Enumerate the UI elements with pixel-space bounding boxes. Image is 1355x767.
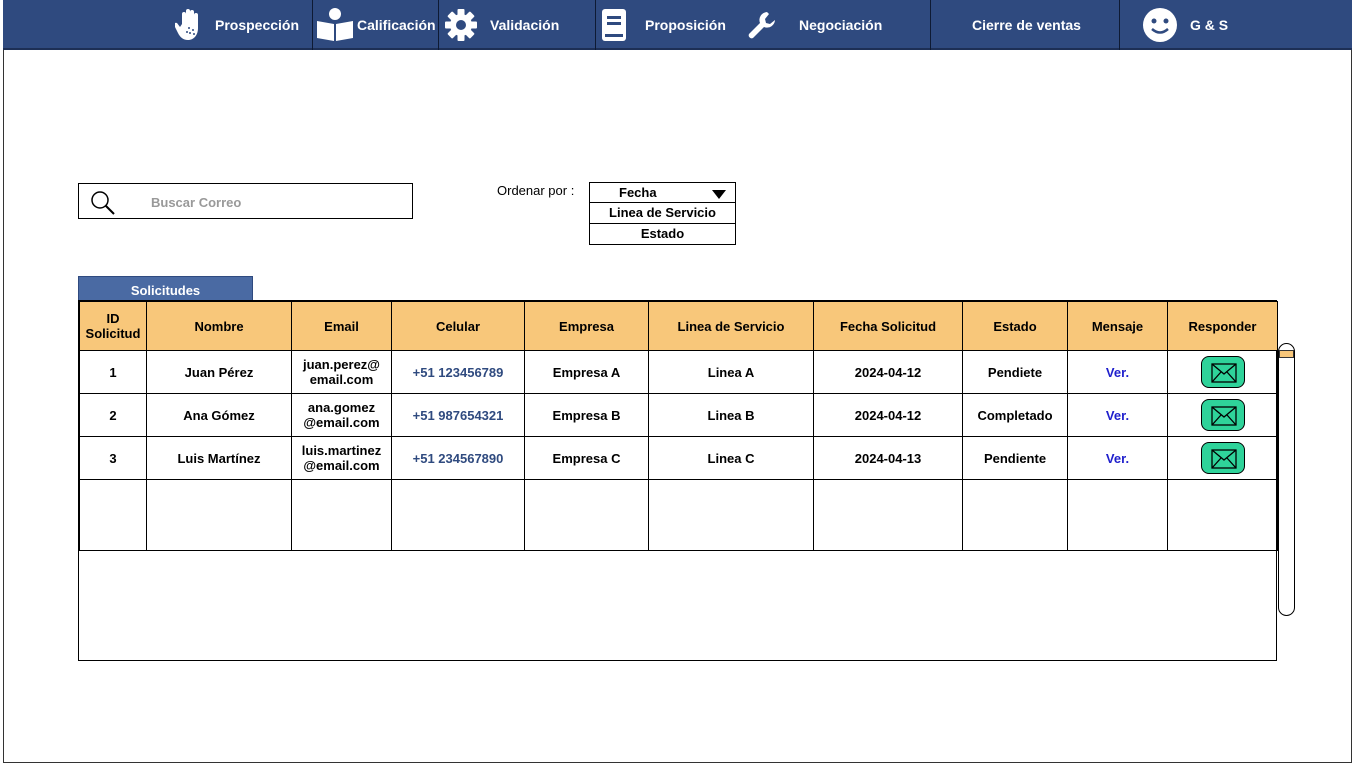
column-header-linea: Linea de Servicio [648,301,814,351]
view-message-link[interactable]: Ver. [1067,350,1168,394]
requests-table: ID Solicitud Nombre Email Celular Empres… [78,300,1278,661]
nav-item-proposicion[interactable]: Proposición [601,0,726,50]
cell-fecha: 2024-04-12 [813,350,963,394]
cell-estado: Completado [962,393,1068,437]
dropdown-arrow-icon [712,190,726,199]
wrench-icon [747,10,777,40]
cell-celular: +51 234567890 [391,436,525,480]
column-header-mensaje: Mensaje [1067,301,1168,351]
cell-fecha: 2024-04-13 [813,436,963,480]
nav-label-validacion: Validación [490,17,560,33]
cell-celular: +51 987654321 [391,393,525,437]
column-header-id: ID Solicitud [79,301,147,351]
nav-divider [438,0,439,50]
cell-linea: Linea B [648,393,814,437]
nav-item-prospeccion[interactable]: Prospección [175,0,299,50]
sort-label: Ordenar por : [497,183,575,198]
sort-select[interactable]: Fecha [589,182,736,203]
cell-celular: +51 123456789 [391,350,525,394]
table-header-row: ID Solicitud Nombre Email Celular Empres… [79,301,1278,351]
cell-nombre: Juan Pérez [146,350,292,394]
cell-responder [1167,350,1278,394]
nav-label-prospeccion: Prospección [215,17,300,33]
nav-divider [595,0,596,50]
cell-linea: Linea A [648,350,814,394]
nav-item-user[interactable]: G & S [1142,0,1228,50]
reply-button[interactable] [1200,356,1245,388]
view-message-link[interactable]: Ver. [1067,436,1168,480]
view-message-link[interactable]: Ver. [1067,393,1168,437]
sort-option-linea[interactable]: Linea de Servicio [589,203,736,224]
table-row: 2 Ana Gómez ana.gomez @email.com +51 987… [79,393,1278,437]
nav-label-calificacion: Calificación [357,17,436,33]
nav-divider [930,0,931,50]
smiley-icon [1142,7,1178,43]
gear-icon [444,8,478,42]
cell-linea: Linea C [648,436,814,480]
cell-email: juan.perez@ email.com [291,350,392,394]
mail-icon [1210,363,1237,383]
cell-email: ana.gomez @email.com [291,393,392,437]
tab-solicitudes[interactable]: Solicitudes [78,276,253,301]
column-header-nombre: Nombre [146,301,292,351]
cell-nombre: Ana Gómez [146,393,292,437]
column-header-empresa: Empresa [524,301,649,351]
column-header-email: Email [291,301,392,351]
cell-id: 3 [79,436,147,480]
nav-label-negociacion: Negociación [799,17,883,33]
hand-icon [175,8,207,42]
mail-icon [1210,449,1237,469]
column-header-celular: Celular [391,301,525,351]
column-header-fecha: Fecha Solicitud [813,301,963,351]
nav-label-user: G & S [1190,17,1229,33]
cell-empresa: Empresa B [524,393,649,437]
nav-item-cierre-de-ventas[interactable]: Cierre de ventas [972,0,1081,50]
table-row-empty [79,479,1278,551]
table-scrollbar[interactable] [1278,343,1295,616]
sort-selected-value: Fecha [619,185,657,200]
cell-estado: Pendiete [962,350,1068,394]
sort-option-estado[interactable]: Estado [589,224,736,245]
cell-empresa: Empresa C [524,436,649,480]
cell-fecha: 2024-04-12 [813,393,963,437]
reader-icon [315,7,355,43]
column-header-responder: Responder [1167,301,1278,351]
cell-empresa: Empresa A [524,350,649,394]
cell-estado: Pendiente [962,436,1068,480]
scrollbar-thumb[interactable] [1279,350,1294,358]
nav-item-validacion[interactable]: Validación [444,0,559,50]
cell-responder [1167,393,1278,437]
search-icon [89,189,117,222]
search-box [78,183,413,219]
nav-divider [1119,0,1120,50]
reply-button[interactable] [1200,399,1245,431]
cell-id: 1 [79,350,147,394]
table-row: 1 Juan Pérez juan.perez@ email.com +51 1… [79,350,1278,394]
nav-divider [312,0,313,50]
top-nav: Prospección Calificación Validación Prop… [3,0,1352,50]
cell-id: 2 [79,393,147,437]
mail-icon [1210,406,1237,426]
nav-label-proposicion: Proposición [645,17,726,33]
nav-item-calificacion[interactable]: Calificación [315,0,436,50]
search-input[interactable] [149,190,403,214]
nav-item-negociacion[interactable]: Negociación [747,0,882,50]
nav-label-cierre-de-ventas: Cierre de ventas [972,17,1081,33]
cell-responder [1167,436,1278,480]
document-icon [601,8,627,42]
cell-nombre: Luis Martínez [146,436,292,480]
cell-email: luis.martinez @email.com [291,436,392,480]
reply-button[interactable] [1200,442,1245,474]
table-row: 3 Luis Martínez luis.martinez @email.com… [79,436,1278,480]
column-header-estado: Estado [962,301,1068,351]
